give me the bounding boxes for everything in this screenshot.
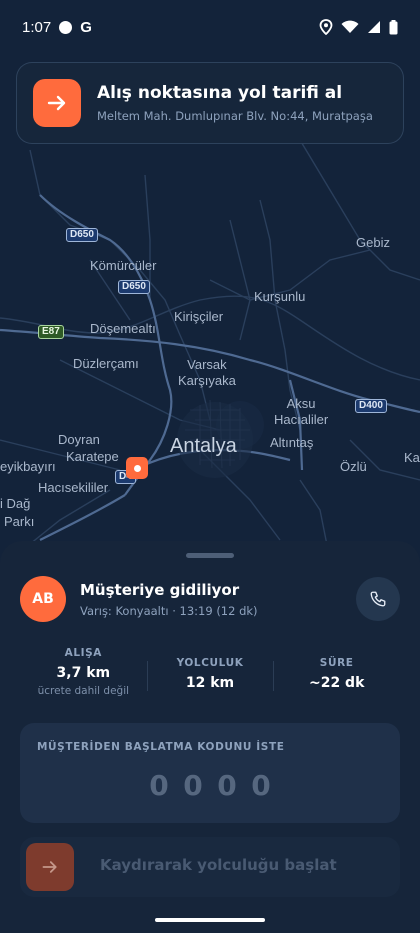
map-label-gebiz: Gebiz [356,235,390,250]
map-label-aksu: Aksu Hacıaliler [274,396,329,427]
map-label-karatepe: Karatepe [66,449,119,464]
stat-value: ~22 dk [308,675,365,691]
road-badge-d650: D650 [118,280,150,294]
code-digit[interactable]: 0 [251,769,271,802]
status-bar: 1:07 G [0,0,420,54]
map-label-altintas: Altıntaş [270,435,314,450]
stat-label: YOLCULUK [176,657,244,669]
stat-label: SÜRE [319,657,354,669]
map-label-varsak: Varsak Karşıyaka [178,357,236,388]
stat-duration: SÜRE ~22 dk [273,647,400,707]
trip-header: AB Müşteriye gidiliyor Varış: Konyaaltı … [20,575,400,623]
google-icon: G [80,18,92,36]
map-label-ka: Ka [404,450,420,465]
map-label-doyran: Doyran [58,432,100,447]
map-label-kiriscler: Kirişçiler [174,309,224,324]
road-badge-d400: D400 [355,399,387,413]
status-time: 1:07 [22,18,52,36]
map-label-hacisekililer: Hacısekililer [38,480,109,495]
map-label-komurculer: Kömürcüler [90,258,157,273]
location-icon [319,19,333,35]
navigation-title: Alış noktasına yol tarifi al [97,83,343,103]
arrow-right-icon [47,95,66,111]
stat-value: 3,7 km [56,665,111,681]
avatar: AB [20,576,66,622]
map-label-kursunlu: Kurşunlu [254,289,306,304]
notification-dot-icon [59,20,73,34]
navigation-card[interactable]: Alış noktasına yol tarifi al Meltem Mah.… [16,62,404,144]
pickup-pin-icon[interactable] [126,457,148,479]
start-trip-slider[interactable]: Kaydırarak yolculuğu başlat [20,837,400,897]
phone-icon [370,591,386,607]
stat-value: 12 km [185,675,235,691]
start-code-label: MÜŞTERİDEN BAŞLATMA KODUNU İSTE [37,741,285,753]
code-digit[interactable]: 0 [217,769,237,802]
map-label-parki: Parkı [4,514,35,529]
directions-button[interactable] [33,79,81,127]
road-badge-e87: E87 [38,325,64,339]
map-label-dosemealti: Döşemealtı [90,321,156,336]
trip-eta: Varış: Konyaaltı · 13:19 (12 dk) [80,603,258,618]
stat-pickup: ALIŞA 3,7 km ücrete dahil değil [20,647,147,707]
stat-label: ALIŞA [64,647,103,659]
code-digit[interactable]: 0 [183,769,203,802]
stat-trip: YOLCULUK 12 km [146,647,274,707]
sheet-drag-handle[interactable] [186,553,234,558]
map-label-antalya: Antalya [170,435,237,457]
stat-note: ücrete dahil değil [37,685,130,697]
wifi-icon [341,20,359,33]
home-indicator[interactable] [155,918,265,922]
trip-status: Müşteriye gidiliyor [80,580,240,599]
trip-bottom-sheet: AB Müşteriye gidiliyor Varış: Konyaaltı … [0,541,420,933]
slider-label: Kaydırarak yolculuğu başlat [100,856,337,874]
slider-handle[interactable] [26,843,74,891]
map-label-ozlu: Özlü [340,459,367,474]
trip-stats: ALIŞA 3,7 km ücrete dahil değil YOLCULUK… [20,647,400,707]
signal-icon [368,21,380,33]
pickup-address: Meltem Mah. Dumlupınar Blv. No:44, Murat… [97,109,373,123]
battery-icon [389,19,398,34]
start-code-input[interactable]: 0 0 0 0 [20,769,400,802]
map-label-eyikbayiri: eyikbayırı [0,459,56,474]
start-code-box[interactable]: MÜŞTERİDEN BAŞLATMA KODUNU İSTE 0 0 0 0 [20,723,400,823]
code-digit[interactable]: 0 [149,769,169,802]
map-label-idag: i Dağ [0,496,31,511]
call-button[interactable] [356,577,400,621]
road-badge-d650: D650 [66,228,98,242]
arrow-right-icon [42,861,57,873]
map-label-duzlercami: Düzlerçamı [73,356,139,371]
